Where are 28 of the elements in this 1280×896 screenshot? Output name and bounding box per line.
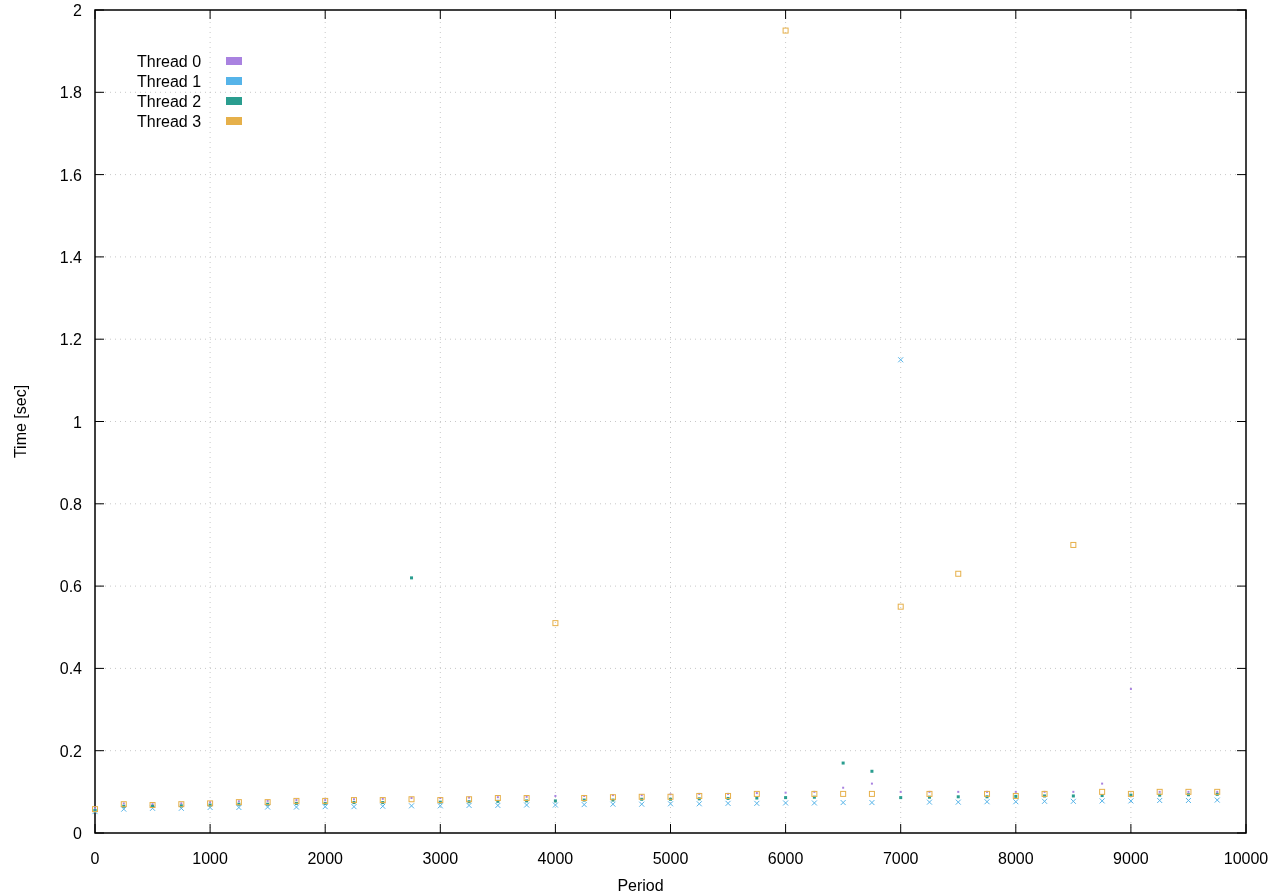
x-tick-label: 6000 — [767, 850, 804, 867]
x-axis-label: Period — [617, 877, 664, 894]
y-tick-label: 2 — [73, 2, 82, 19]
legend-label: Thread 3 — [137, 113, 202, 130]
y-tick-label: 0.4 — [59, 660, 82, 678]
x-tick-label: 9000 — [1113, 850, 1149, 867]
y-tick-label: 1.8 — [59, 84, 82, 102]
y-tick-label: 1.2 — [59, 331, 82, 349]
x-tick-label: 1000 — [192, 850, 228, 867]
x-tick-label: 3000 — [422, 850, 459, 867]
x-tick-label: 2000 — [307, 850, 343, 867]
y-tick-label: 0 — [73, 825, 82, 842]
x-tick-label: 10000 — [1223, 850, 1269, 867]
x-tick-label: 4000 — [537, 850, 574, 867]
x-tick-label: 0 — [90, 850, 100, 867]
y-tick-label: 1 — [73, 413, 82, 431]
legend-label: Thread 2 — [137, 93, 202, 110]
y-axis-label: Time [sec] — [12, 384, 29, 459]
y-tick-label: 1.4 — [59, 248, 82, 266]
y-tick-label: 0.2 — [59, 742, 82, 760]
legend-label: Thread 0 — [137, 53, 202, 70]
x-tick-label: 7000 — [882, 850, 919, 867]
y-tick-label: 1.6 — [59, 166, 82, 184]
x-tick-label: 8000 — [998, 850, 1034, 867]
y-tick-label: 0.6 — [59, 578, 82, 596]
x-tick-label: 5000 — [652, 850, 689, 867]
y-tick-label: 0.8 — [59, 495, 82, 513]
legend-label: Thread 1 — [137, 73, 202, 90]
